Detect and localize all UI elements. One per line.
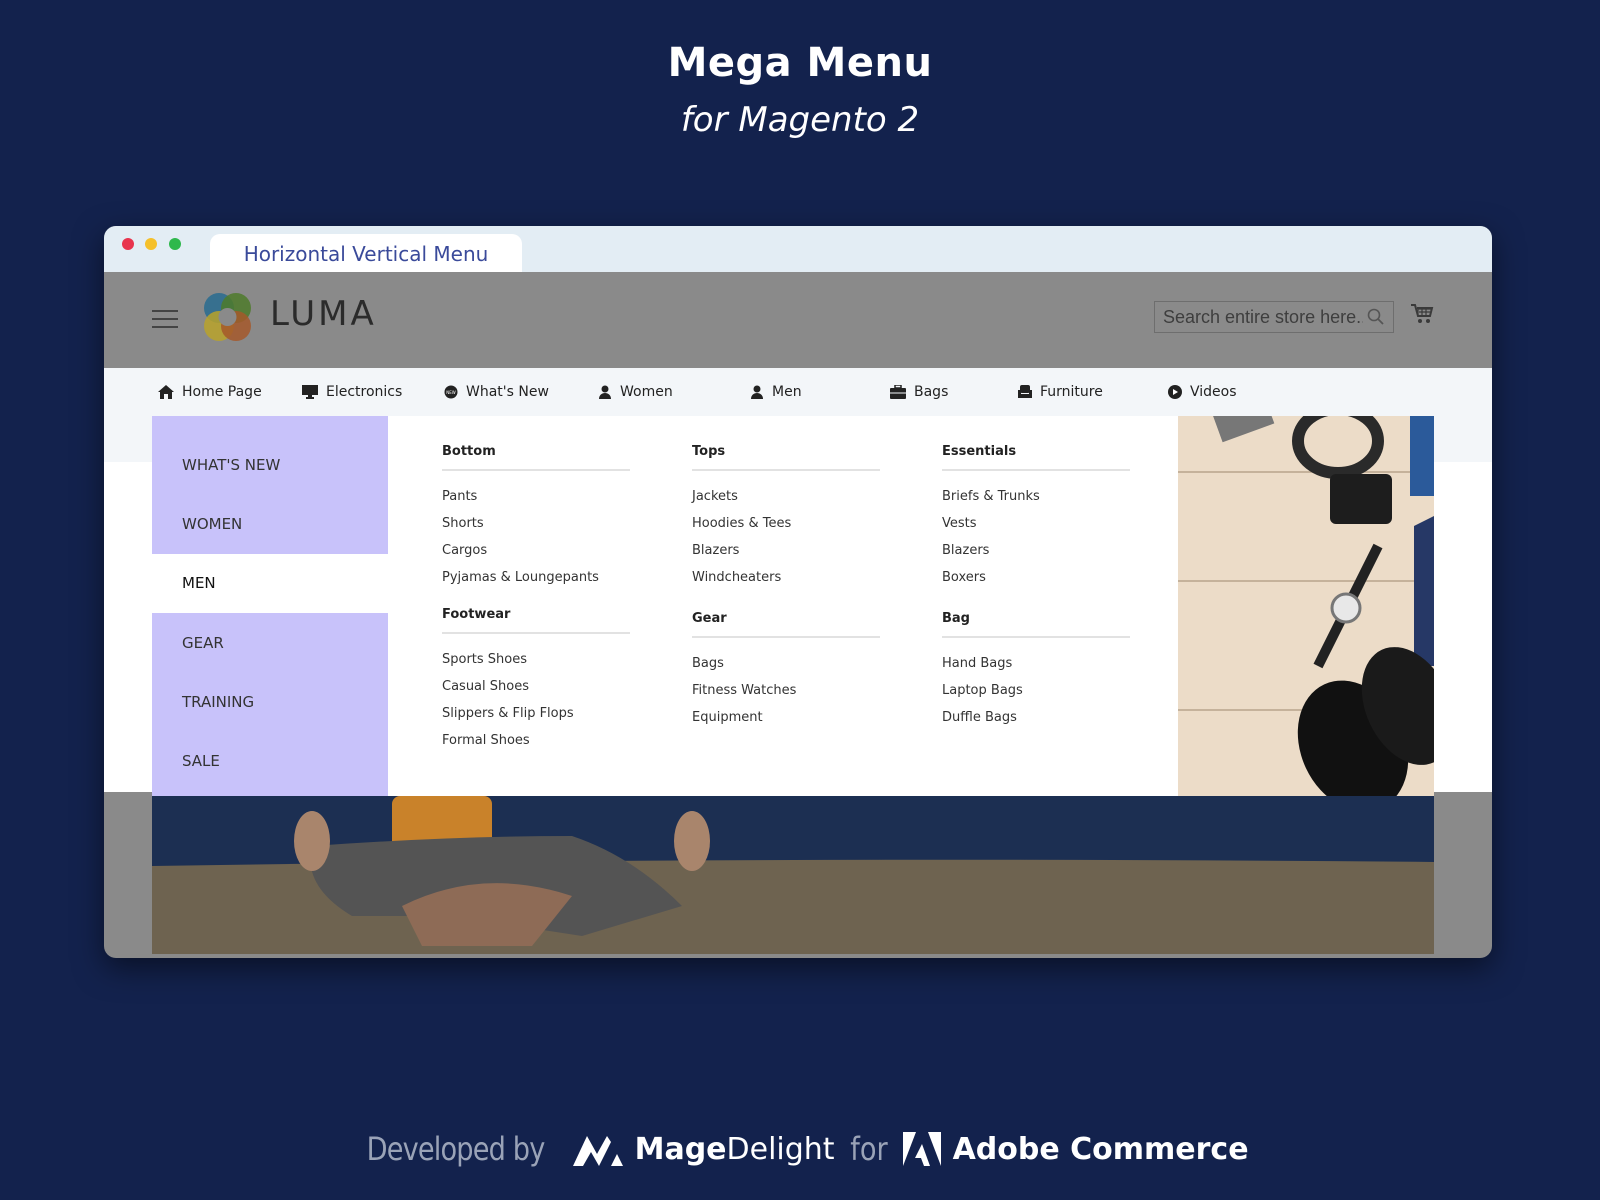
vertical-menu-item-sale[interactable]: SALE: [152, 732, 388, 791]
search-icon[interactable]: [1367, 308, 1385, 326]
menu-group-gear: Gear Bags Fitness Watches Equipment: [692, 611, 880, 731]
horizontal-nav: Home Page Electronics NEW What's New Wom…: [104, 368, 1492, 416]
vertical-menu-item-training[interactable]: TRAINING: [152, 673, 388, 732]
logo-text[interactable]: LUMA: [270, 294, 377, 334]
new-badge-icon: NEW: [444, 385, 458, 399]
nav-item-electronics[interactable]: Electronics: [302, 368, 402, 416]
title-bar: Horizontal Vertical Menu: [104, 226, 1492, 272]
adobe-logo-icon: [902, 1132, 941, 1166]
nav-item-videos[interactable]: Videos: [1168, 368, 1237, 416]
armchair-icon: [1018, 385, 1032, 398]
play-icon: [1168, 385, 1182, 399]
menu-link[interactable]: Blazers: [692, 537, 880, 564]
nav-item-label: Men: [772, 384, 802, 400]
maximize-window-button[interactable]: [169, 238, 181, 250]
search-box[interactable]: [1154, 301, 1394, 333]
vertical-menu-item-gear[interactable]: GEAR: [152, 614, 388, 673]
brand-light: Delight: [726, 1131, 835, 1167]
nav-item-whats-new[interactable]: NEW What's New: [444, 368, 549, 416]
nav-item-home-page[interactable]: Home Page: [158, 368, 262, 416]
menu-link[interactable]: Boxers: [942, 564, 1130, 591]
monitor-icon: [302, 385, 318, 399]
nav-item-label: Bags: [914, 384, 949, 400]
nav-item-men[interactable]: Men: [750, 368, 802, 416]
minimize-window-button[interactable]: [145, 238, 157, 250]
nav-item-label: Furniture: [1040, 384, 1103, 400]
nav-item-women[interactable]: Women: [598, 368, 673, 416]
user-icon: [599, 385, 611, 399]
mega-column-2: Tops Jackets Hoodies & Tees Blazers Wind…: [692, 444, 880, 747]
hamburger-icon[interactable]: [152, 310, 178, 330]
group-heading[interactable]: Gear: [692, 611, 880, 638]
menu-group-footwear: Footwear Sports Shoes Casual Shoes Slipp…: [442, 607, 630, 754]
browser-tab[interactable]: Horizontal Vertical Menu: [210, 234, 522, 272]
menu-group-bottom: Bottom Pants Shorts Cargos Pyjamas & Lou…: [442, 444, 630, 591]
menu-link[interactable]: Blazers: [942, 537, 1130, 564]
menu-link[interactable]: Cargos: [442, 537, 630, 564]
search-input[interactable]: [1155, 302, 1371, 332]
mega-column-3: Essentials Briefs & Trunks Vests Blazers…: [942, 444, 1130, 747]
home-icon: [158, 385, 174, 399]
menu-link[interactable]: Briefs & Trunks: [942, 483, 1130, 510]
magedelight-logo-icon: [572, 1136, 623, 1166]
group-heading[interactable]: Bottom: [442, 444, 630, 471]
footer-credit: Developed by MageDelight for Adobe Comme…: [0, 1130, 1600, 1168]
briefcase-icon: [890, 385, 906, 399]
menu-group-essentials: Essentials Briefs & Trunks Vests Blazers…: [942, 444, 1130, 591]
vertical-menu-item-women[interactable]: WOMEN: [152, 495, 388, 554]
nav-item-label: What's New: [466, 384, 549, 400]
menu-link[interactable]: Pyjamas & Loungepants: [442, 564, 630, 591]
menu-link[interactable]: Windcheaters: [692, 564, 880, 591]
group-heading[interactable]: Bag: [942, 611, 1130, 638]
promo-image[interactable]: [1178, 416, 1434, 796]
menu-link[interactable]: Shorts: [442, 510, 630, 537]
close-window-button[interactable]: [122, 238, 134, 250]
menu-link[interactable]: Jackets: [692, 483, 880, 510]
menu-link[interactable]: Hoodies & Tees: [692, 510, 880, 537]
mega-menu-dropdown: WHAT'S NEW WOMEN MEN GEAR TRAINING SALE …: [152, 416, 1434, 796]
menu-link[interactable]: Pants: [442, 483, 630, 510]
cart-icon[interactable]: [1410, 302, 1434, 326]
menu-link[interactable]: Formal Shoes: [442, 727, 630, 754]
menu-group-tops: Tops Jackets Hoodies & Tees Blazers Wind…: [692, 444, 880, 591]
group-heading[interactable]: Tops: [692, 444, 880, 471]
hero-banner-image[interactable]: [152, 796, 1434, 954]
store-header: LUMA: [104, 272, 1492, 368]
menu-group-bag: Bag Hand Bags Laptop Bags Duffle Bags: [942, 611, 1130, 731]
developed-by-text: Developed by: [367, 1130, 546, 1168]
user-icon: [751, 385, 763, 399]
for-text: for: [849, 1130, 888, 1168]
menu-link[interactable]: Sports Shoes: [442, 646, 630, 673]
vertical-menu-item-whats-new[interactable]: WHAT'S NEW: [152, 436, 388, 495]
vertical-menu: WHAT'S NEW WOMEN MEN GEAR TRAINING SALE: [152, 416, 390, 796]
menu-link[interactable]: Casual Shoes: [442, 673, 630, 700]
menu-link[interactable]: Bags: [692, 650, 880, 677]
hero-subtitle: for Magento 2: [680, 100, 920, 140]
menu-link[interactable]: Hand Bags: [942, 650, 1130, 677]
mega-column-1: Bottom Pants Shorts Cargos Pyjamas & Lou…: [442, 444, 630, 770]
hero-title: Mega Menu: [667, 40, 933, 86]
luma-logo-icon[interactable]: [200, 290, 254, 344]
menu-link[interactable]: Fitness Watches: [692, 677, 880, 704]
nav-item-label: Women: [620, 384, 673, 400]
group-heading[interactable]: Footwear: [442, 607, 630, 634]
nav-item-label: Videos: [1190, 384, 1237, 400]
brand-bold: Mage: [634, 1131, 727, 1167]
nav-item-bags[interactable]: Bags: [890, 368, 948, 416]
nav-item-label: Home Page: [182, 384, 262, 400]
menu-link[interactable]: Duffle Bags: [942, 704, 1130, 731]
svg-text:NEW: NEW: [446, 390, 456, 395]
nav-item-label: Electronics: [326, 384, 403, 400]
menu-link[interactable]: Slippers & Flip Flops: [442, 700, 630, 727]
vertical-menu-item-men[interactable]: MEN: [152, 554, 390, 613]
menu-link[interactable]: Equipment: [692, 704, 880, 731]
menu-link[interactable]: Laptop Bags: [942, 677, 1130, 704]
menu-link[interactable]: Vests: [942, 510, 1130, 537]
magedelight-brand: MageDelight: [635, 1132, 835, 1167]
group-heading[interactable]: Essentials: [942, 444, 1130, 471]
adobe-commerce-text: Adobe Commerce: [952, 1131, 1249, 1167]
nav-item-furniture[interactable]: Furniture: [1018, 368, 1103, 416]
browser-window: Horizontal Vertical Menu LUMA Home Page: [104, 226, 1492, 958]
